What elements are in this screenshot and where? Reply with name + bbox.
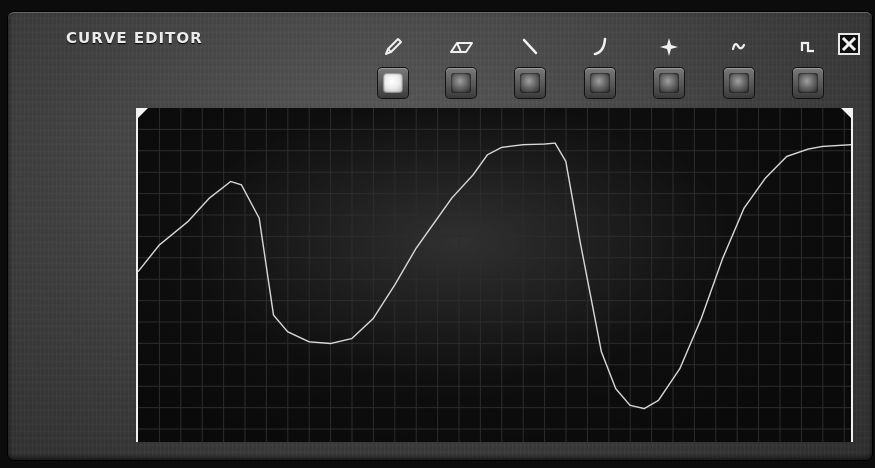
spike-tool[interactable] — [652, 34, 686, 102]
spike-icon — [652, 34, 686, 62]
curve-canvas[interactable] — [138, 108, 851, 442]
sine-led — [729, 73, 749, 93]
pencil-icon — [376, 34, 410, 62]
square-tool[interactable] — [791, 34, 825, 102]
spike-button[interactable] — [654, 68, 684, 98]
eraser-tool[interactable] — [444, 34, 478, 102]
pencil-led — [383, 73, 403, 93]
eraser-button[interactable] — [446, 68, 476, 98]
curve-button[interactable] — [585, 68, 615, 98]
square-button[interactable] — [793, 68, 823, 98]
square-wave-icon — [791, 34, 825, 62]
sine-tool[interactable] — [722, 34, 756, 102]
eraser-icon — [444, 34, 478, 62]
window-frame: CURVE EDITOR — [0, 0, 875, 468]
square-led — [798, 73, 818, 93]
end-marker[interactable] — [841, 108, 851, 118]
curve-graph[interactable] — [136, 108, 853, 442]
eraser-led — [451, 73, 471, 93]
start-marker[interactable] — [138, 108, 148, 118]
close-button[interactable] — [838, 33, 860, 55]
line-tool[interactable] — [513, 34, 547, 102]
pencil-button[interactable] — [378, 68, 408, 98]
sine-button[interactable] — [724, 68, 754, 98]
line-led — [520, 73, 540, 93]
sine-wave-icon — [722, 34, 756, 62]
pencil-tool[interactable] — [376, 34, 410, 102]
line-button[interactable] — [515, 68, 545, 98]
grid-lines — [138, 108, 851, 442]
curve-led — [590, 73, 610, 93]
window-title: CURVE EDITOR — [66, 29, 203, 47]
line-icon — [513, 34, 547, 62]
close-icon — [841, 36, 857, 52]
spike-led — [659, 73, 679, 93]
curve-tool[interactable] — [583, 34, 617, 102]
curve-icon — [583, 34, 617, 62]
